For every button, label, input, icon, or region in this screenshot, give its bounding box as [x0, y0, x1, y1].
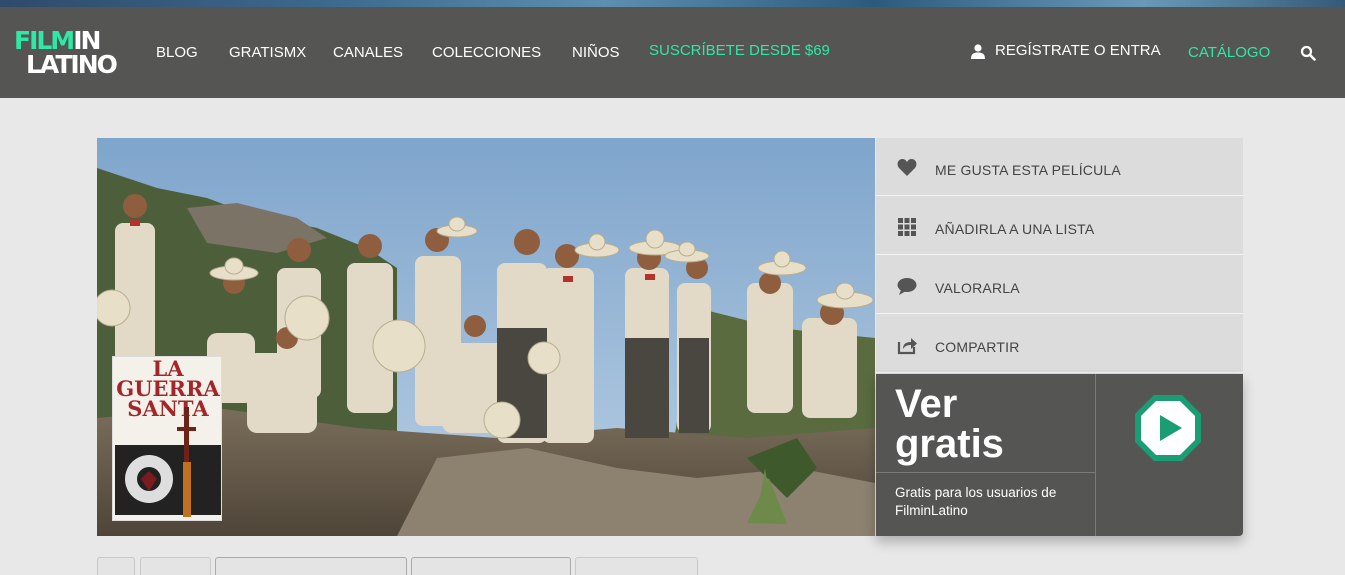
rate-movie-label: VALORARLA [935, 280, 1020, 296]
divider [1095, 374, 1096, 536]
watch-free-title-line2: gratis [895, 422, 1004, 466]
catalog-link[interactable]: CATÁLOGO [1188, 44, 1270, 61]
search-icon[interactable] [1300, 45, 1316, 61]
add-to-list-label: AÑADIRLA A UNA LISTA [935, 221, 1095, 237]
nav-item-ninos[interactable]: NIÑOS [572, 44, 620, 61]
watch-free-subtitle: Gratis para los usuarios de FilminLatino [895, 485, 1057, 518]
share-label: COMPARTIR [935, 339, 1020, 355]
nav-item-colecciones[interactable]: COLECCIONES [432, 44, 541, 61]
register-login-link[interactable]: REGÍSTRATE O ENTRA [995, 42, 1161, 59]
logo-text-latino: LATINO [26, 50, 118, 79]
share-icon [897, 338, 917, 355]
nav-item-gratismx[interactable]: GRATISMX [229, 44, 306, 61]
watch-free-title: Ver gratis [895, 384, 1004, 464]
user-icon [971, 44, 985, 59]
rate-movie-button[interactable]: VALORARLA [876, 256, 1243, 314]
play-button-icon[interactable] [1133, 393, 1203, 463]
tab-1[interactable] [97, 557, 135, 575]
movie-actions-panel: ME GUSTA ESTA PELÍCULA AÑADIRLA A UNA LI… [876, 138, 1243, 374]
nav-item-blog[interactable]: BLOG [156, 44, 198, 61]
share-button[interactable]: COMPARTIR [876, 315, 1243, 373]
watch-free-panel: Ver gratis Gratis para los usuarios de F… [876, 374, 1243, 536]
subscribe-link[interactable]: SUSCRÍBETE DESDE $69 [649, 42, 830, 59]
tab-2[interactable] [140, 557, 211, 575]
grid-icon [898, 218, 916, 236]
like-movie-button[interactable]: ME GUSTA ESTA PELÍCULA [876, 138, 1243, 196]
movie-poster[interactable]: LA GUERRA SANTA [112, 356, 222, 521]
navbar: FILMIN LATINO BLOG GRATISMX CANALES COLE… [0, 7, 1345, 98]
tab-5[interactable] [575, 557, 698, 575]
tab-4[interactable] [411, 557, 571, 575]
like-movie-label: ME GUSTA ESTA PELÍCULA [935, 162, 1121, 178]
speech-bubble-icon [897, 278, 917, 295]
browser-top-strip [0, 0, 1345, 7]
watch-free-title-line1: Ver [895, 382, 958, 426]
add-to-list-button[interactable]: AÑADIRLA A UNA LISTA [876, 197, 1243, 255]
nav-item-canales[interactable]: CANALES [333, 44, 403, 61]
divider [876, 472, 1095, 473]
filmin-latino-logo[interactable]: FILMIN LATINO [14, 28, 124, 80]
heart-icon [897, 159, 917, 176]
tab-3[interactable] [215, 557, 407, 575]
